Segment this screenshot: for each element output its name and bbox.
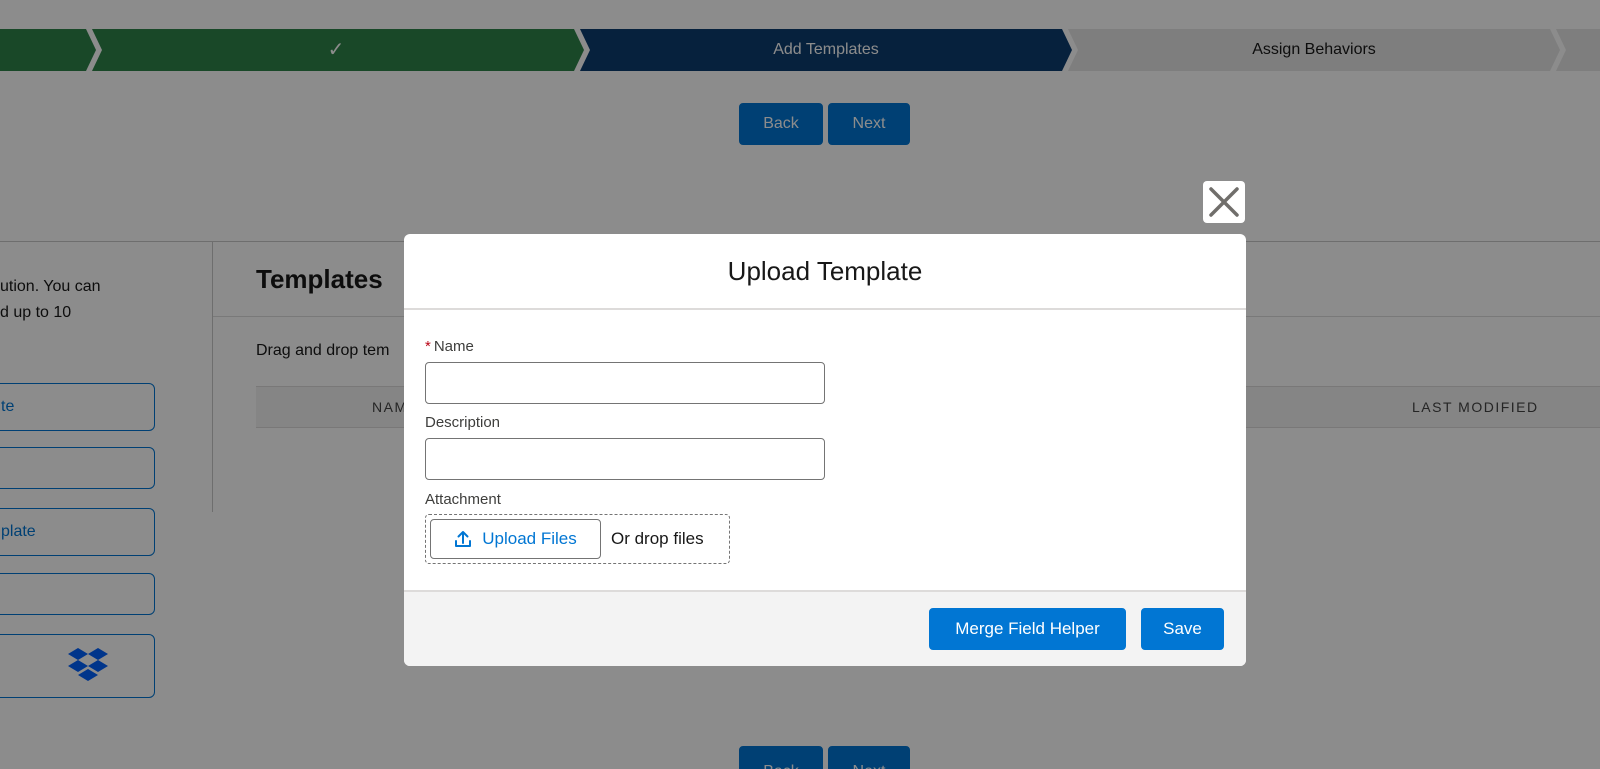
name-field-label: * Name (425, 338, 474, 355)
attachment-field-label: Attachment (425, 491, 501, 508)
upload-files-label: Upload Files (482, 529, 577, 548)
name-label-text: Name (433, 338, 474, 355)
save-button[interactable]: Save (1141, 608, 1224, 650)
description-input[interactable] (425, 438, 825, 480)
upload-template-modal: Upload Template * Name Description Attach… (404, 234, 1246, 666)
merge-field-helper-button[interactable]: Merge Field Helper (929, 608, 1126, 650)
upload-files-button[interactable]: Upload Files (430, 519, 601, 559)
modal-close-button[interactable] (1203, 181, 1245, 223)
modal-title: Upload Template (727, 255, 923, 286)
upload-icon (455, 531, 472, 547)
close-icon (1209, 187, 1239, 217)
description-field-label: Description (425, 414, 501, 431)
drop-files-text: Or drop files (611, 529, 704, 548)
name-input[interactable] (425, 362, 825, 404)
modal-body: * Name Description Attachment Upload File… (404, 310, 1246, 590)
modal-footer: Merge Field Helper Save (404, 590, 1246, 666)
file-dropzone[interactable]: Upload Files Or drop files (425, 514, 730, 564)
modal-header: Upload Template (404, 234, 1246, 310)
required-marker: * (425, 338, 431, 355)
